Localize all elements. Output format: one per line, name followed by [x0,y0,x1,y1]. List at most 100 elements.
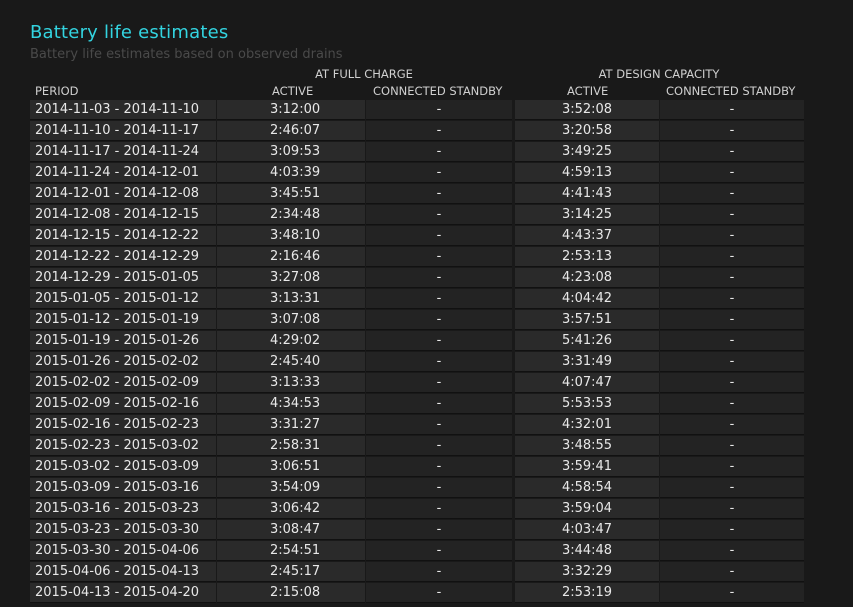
active-full-charge-cell: 3:13:31 [217,289,365,309]
period-cell: 2014-12-01 - 2014-12-08 [30,184,216,204]
standby-design-capacity-cell: - [660,289,804,309]
standby-design-capacity-cell: - [660,562,804,582]
standby-design-capacity-cell: - [660,499,804,519]
active-full-charge-cell: 3:31:27 [217,415,365,435]
standby-full-charge-cell: - [366,100,512,120]
active-full-charge-cell: 4:29:02 [217,331,365,351]
table-row: 2014-12-08 - 2014-12-15 2:34:48-3:14:25- [30,205,805,226]
table-row: 2015-04-06 - 2015-04-13 2:45:17-3:32:29- [30,562,805,583]
active-full-charge-cell: 2:58:31 [217,436,365,456]
table-row: 2014-12-01 - 2014-12-08 3:45:51-4:41:43- [30,184,805,205]
standby-full-charge-cell: - [366,205,512,225]
standby-full-charge-cell: - [366,436,512,456]
period-cell: 2015-03-09 - 2015-03-16 [30,478,216,498]
active-design-capacity-cell: 2:53:19 [515,583,659,603]
active-design-capacity-cell: 3:32:29 [515,562,659,582]
standby-full-charge-cell: - [366,331,512,351]
active-design-capacity-cell: 3:31:49 [515,352,659,372]
column-header-standby-design: CONNECTED STANDBY [666,84,796,98]
period-cell: 2015-01-26 - 2015-02-02 [30,352,216,372]
standby-full-charge-cell: - [366,457,512,477]
active-design-capacity-cell: 3:59:04 [515,499,659,519]
active-design-capacity-cell: 3:59:41 [515,457,659,477]
standby-design-capacity-cell: - [660,247,804,267]
table-row: 2014-11-03 - 2014-11-10 3:12:00-3:52:08- [30,100,805,121]
standby-full-charge-cell: - [366,478,512,498]
standby-design-capacity-cell: - [660,436,804,456]
period-cell: 2015-04-06 - 2015-04-13 [30,562,216,582]
period-cell: 2014-12-22 - 2014-12-29 [30,247,216,267]
standby-full-charge-cell: - [366,541,512,561]
report-title: Battery life estimates [30,22,229,43]
period-cell: 2015-01-12 - 2015-01-19 [30,310,216,330]
active-design-capacity-cell: 4:43:37 [515,226,659,246]
standby-design-capacity-cell: - [660,352,804,372]
period-cell: 2015-03-02 - 2015-03-09 [30,457,216,477]
active-design-capacity-cell: 3:20:58 [515,121,659,141]
standby-design-capacity-cell: - [660,163,804,183]
standby-design-capacity-cell: - [660,457,804,477]
period-cell: 2015-02-16 - 2015-02-23 [30,415,216,435]
standby-full-charge-cell: - [366,373,512,393]
standby-design-capacity-cell: - [660,331,804,351]
active-design-capacity-cell: 3:48:55 [515,436,659,456]
active-full-charge-cell: 3:54:09 [217,478,365,498]
table-row: 2015-02-23 - 2015-03-02 2:58:31-3:48:55- [30,436,805,457]
standby-full-charge-cell: - [366,352,512,372]
active-full-charge-cell: 2:34:48 [217,205,365,225]
period-cell: 2015-02-23 - 2015-03-02 [30,436,216,456]
active-full-charge-cell: 4:03:39 [217,163,365,183]
standby-design-capacity-cell: - [660,478,804,498]
table-row: 2015-03-09 - 2015-03-16 3:54:09-4:58:54- [30,478,805,499]
period-cell: 2015-03-30 - 2015-04-06 [30,541,216,561]
active-full-charge-cell: 2:46:07 [217,121,365,141]
table-row: 2014-11-17 - 2014-11-24 3:09:53-3:49:25- [30,142,805,163]
active-full-charge-cell: 2:45:40 [217,352,365,372]
active-design-capacity-cell: 3:52:08 [515,100,659,120]
report-subtitle: Battery life estimates based on observed… [30,47,343,62]
period-cell: 2015-01-19 - 2015-01-26 [30,331,216,351]
standby-design-capacity-cell: - [660,268,804,288]
column-header-standby-full: CONNECTED STANDBY [373,84,503,98]
active-design-capacity-cell: 4:07:47 [515,373,659,393]
standby-design-capacity-cell: - [660,226,804,246]
period-cell: 2015-02-02 - 2015-02-09 [30,373,216,393]
standby-full-charge-cell: - [366,310,512,330]
active-full-charge-cell: 3:06:42 [217,499,365,519]
active-design-capacity-cell: 3:57:51 [515,310,659,330]
active-design-capacity-cell: 4:58:54 [515,478,659,498]
standby-design-capacity-cell: - [660,394,804,414]
standby-full-charge-cell: - [366,394,512,414]
active-design-capacity-cell: 3:49:25 [515,142,659,162]
table-row: 2015-04-13 - 2015-04-20 2:15:08-2:53:19- [30,583,805,604]
active-full-charge-cell: 3:12:00 [217,100,365,120]
active-full-charge-cell: 3:08:47 [217,520,365,540]
active-design-capacity-cell: 5:53:53 [515,394,659,414]
standby-design-capacity-cell: - [660,520,804,540]
active-full-charge-cell: 3:09:53 [217,142,365,162]
column-header-active-design: ACTIVE [567,84,609,98]
standby-full-charge-cell: - [366,184,512,204]
active-design-capacity-cell: 4:03:47 [515,520,659,540]
table-row: 2015-02-16 - 2015-02-23 3:31:27-4:32:01- [30,415,805,436]
active-full-charge-cell: 3:07:08 [217,310,365,330]
table-row: 2015-03-23 - 2015-03-30 3:08:47-4:03:47- [30,520,805,541]
active-full-charge-cell: 3:27:08 [217,268,365,288]
battery-estimates-table: 2014-11-03 - 2014-11-10 3:12:00-3:52:08-2… [30,100,805,604]
active-design-capacity-cell: 4:23:08 [515,268,659,288]
period-cell: 2015-02-09 - 2015-02-16 [30,394,216,414]
column-header-active-full: ACTIVE [272,84,314,98]
active-full-charge-cell: 3:06:51 [217,457,365,477]
table-row: 2015-02-09 - 2015-02-16 4:34:53-5:53:53- [30,394,805,415]
standby-full-charge-cell: - [366,121,512,141]
active-design-capacity-cell: 3:44:48 [515,541,659,561]
standby-design-capacity-cell: - [660,415,804,435]
period-cell: 2015-03-23 - 2015-03-30 [30,520,216,540]
table-row: 2014-12-22 - 2014-12-29 2:16:46-2:53:13- [30,247,805,268]
active-design-capacity-cell: 4:04:42 [515,289,659,309]
standby-design-capacity-cell: - [660,310,804,330]
standby-full-charge-cell: - [366,268,512,288]
period-cell: 2015-04-13 - 2015-04-20 [30,583,216,603]
standby-design-capacity-cell: - [660,121,804,141]
active-full-charge-cell: 3:13:33 [217,373,365,393]
